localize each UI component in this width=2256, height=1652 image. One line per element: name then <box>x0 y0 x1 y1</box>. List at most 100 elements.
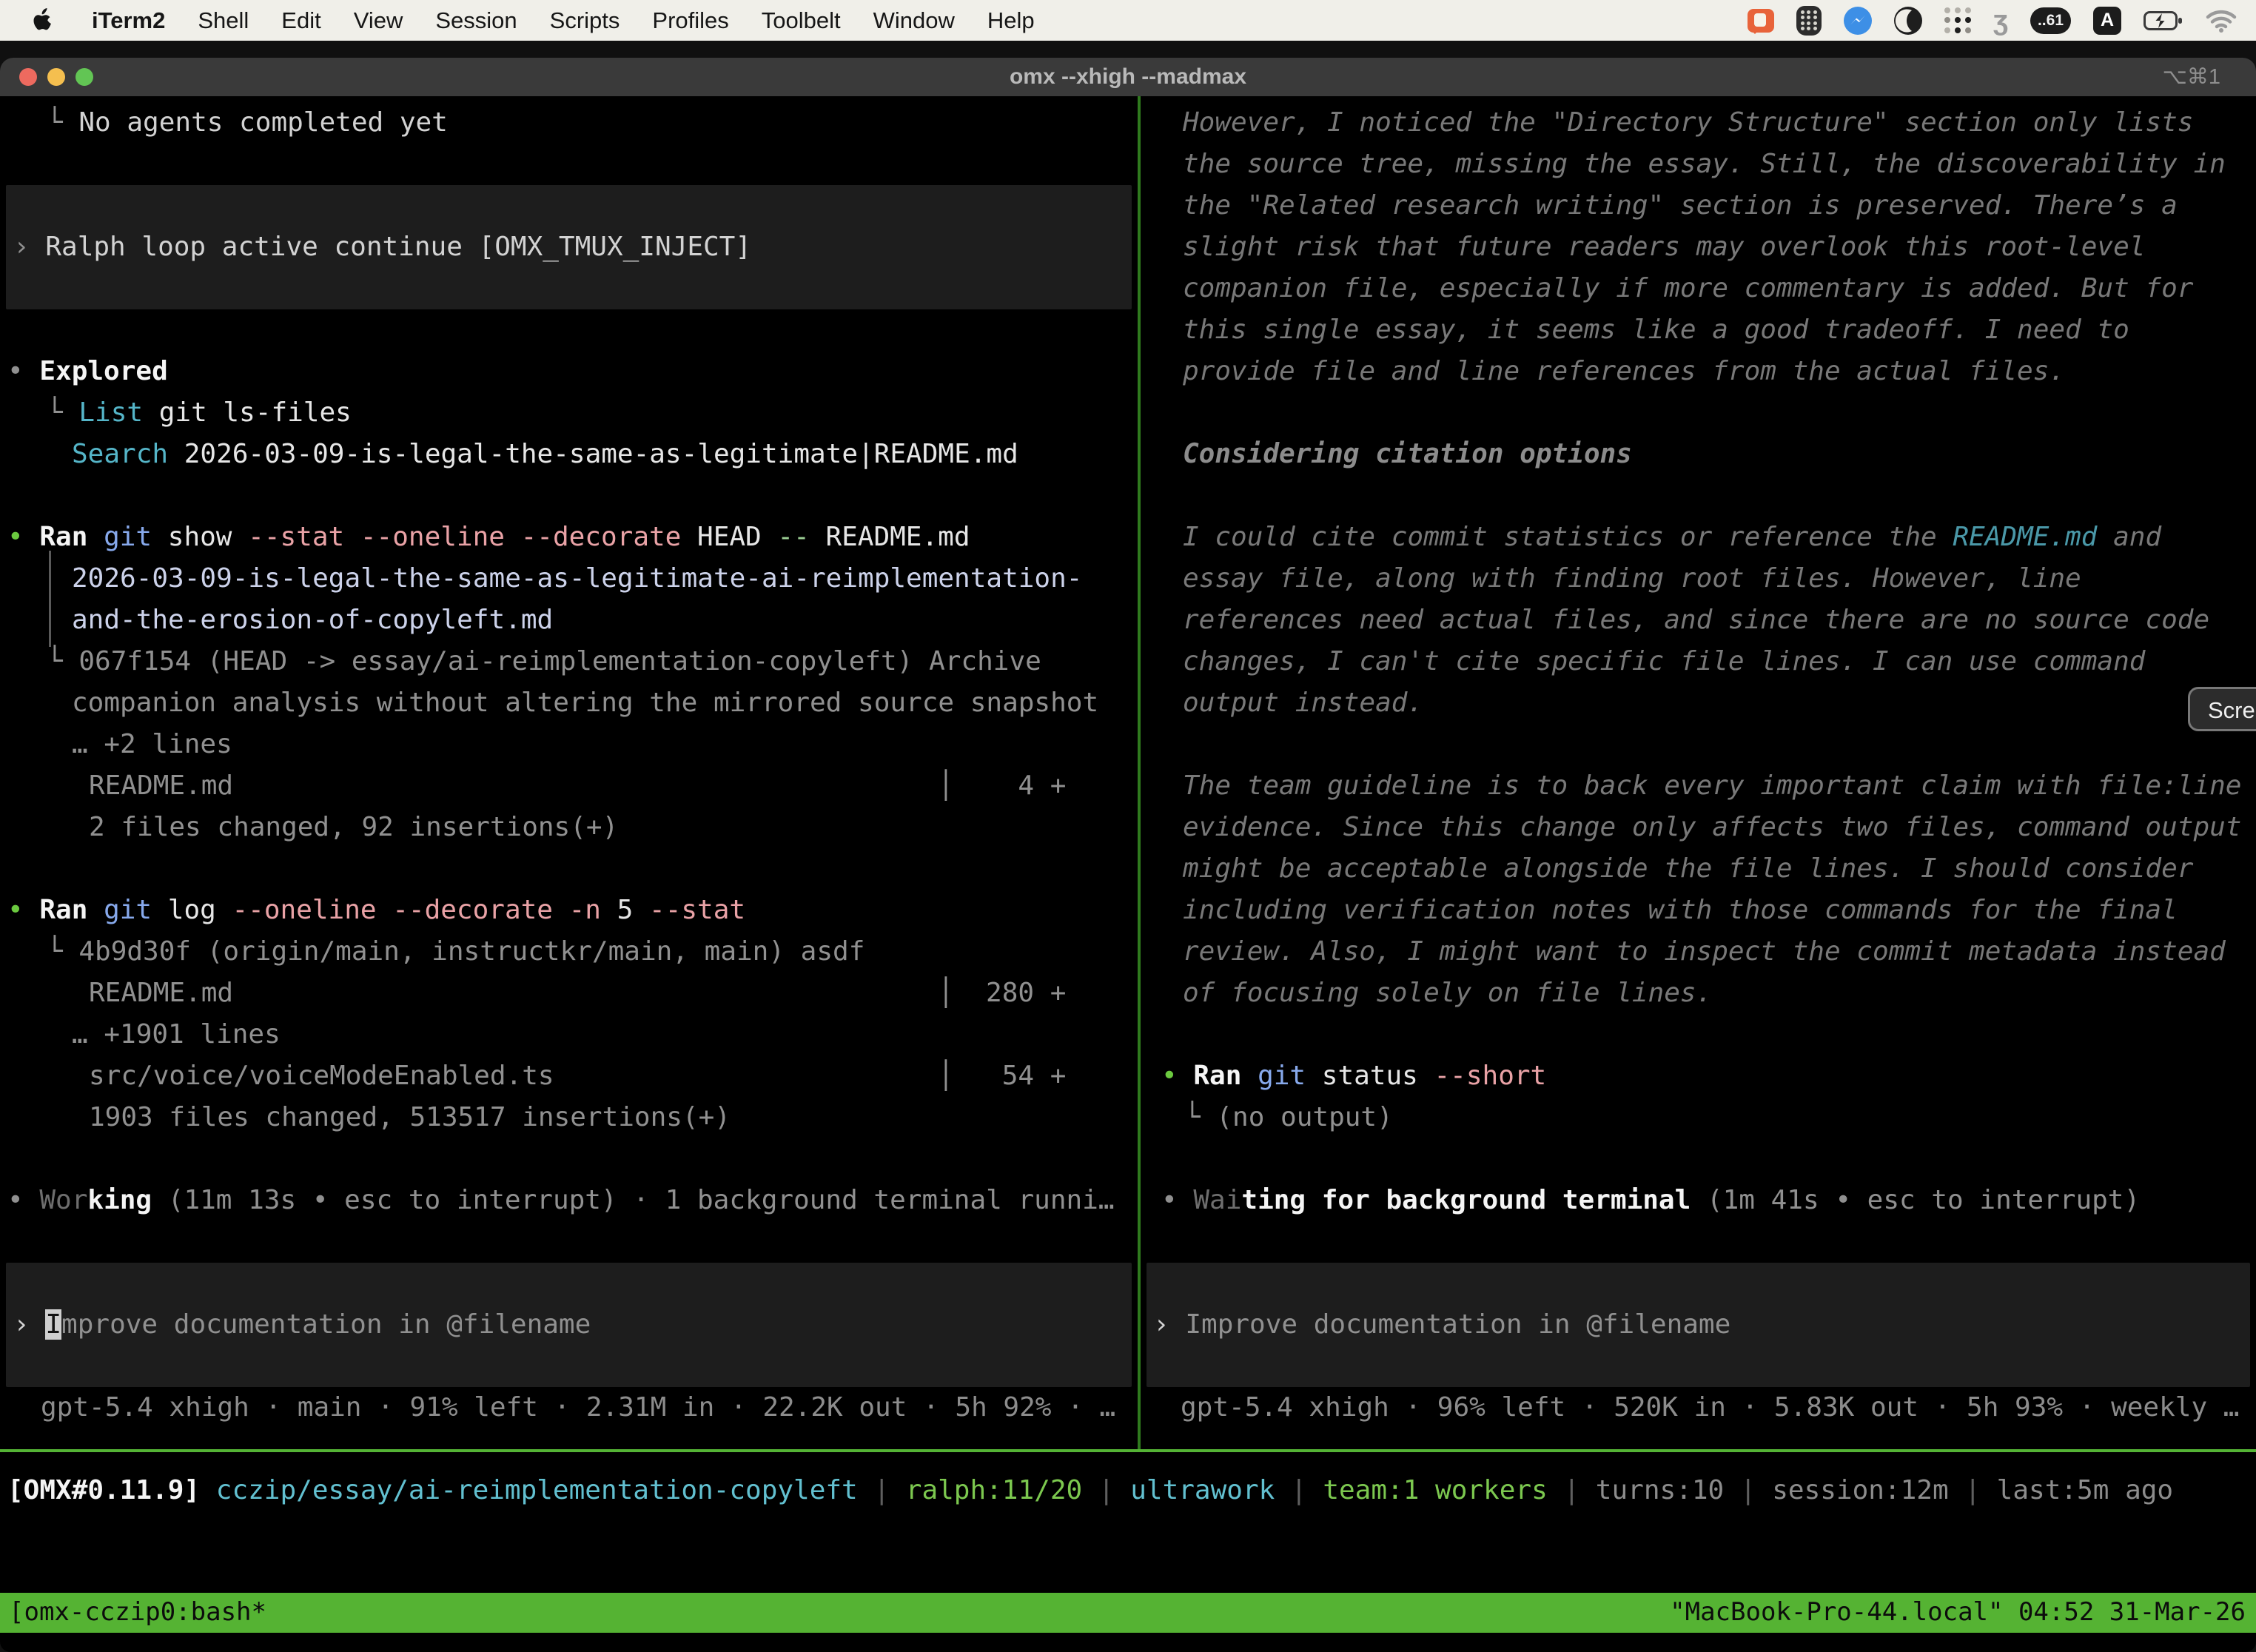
text-segment: show <box>152 522 248 552</box>
text-segment: --stat --oneline --decorate <box>248 522 681 552</box>
text-segment: │ 4 + <box>938 765 1066 807</box>
messenger-bolt-icon[interactable] <box>1844 7 1872 35</box>
terminal-line: 2 files changed, 92 insertions(+) <box>89 807 618 848</box>
text-segment: 4b9d30f (origin/main, instructkr/main, m… <box>78 936 865 967</box>
terminal-line: • Ran git log --oneline --decorate -n 5 … <box>7 890 745 931</box>
text-segment: HEAD <box>681 522 777 552</box>
keypad-shield-icon[interactable] <box>1796 6 1822 36</box>
menu-item-toolbelt[interactable]: Toolbelt <box>745 7 857 34</box>
text-segment: --stat <box>649 895 745 925</box>
text-segment: Search <box>72 439 168 469</box>
text-segment: and-the-erosion-of-copyleft.md <box>72 605 553 635</box>
app-grid-icon[interactable] <box>1944 7 1971 34</box>
text-segment: (no output) <box>1216 1102 1392 1132</box>
terminal-line: the source tree, missing the essay. Stil… <box>1183 144 2226 185</box>
terminal-line: references need actual files, and since … <box>1183 600 2209 641</box>
text-segment: Ralph loop active continue [OMX_TMUX_INJ… <box>45 232 751 262</box>
text-segment: └ <box>47 936 78 967</box>
text-segment: The team guideline is to back every impo… <box>1183 770 2241 801</box>
waiting-status-line: • Waiting for background terminal (1m 41… <box>1161 1180 2140 1221</box>
text-segment: might be acceptable alongside the file l… <box>1183 853 2193 884</box>
menu-bar-status-icons: ʒ ..61 A <box>1748 6 2256 36</box>
text-segment: evidence. Since this change only affects… <box>1183 812 2241 842</box>
text-segment: of focusing solely on file lines. <box>1183 978 1712 1008</box>
text-segment: gpt-5.4 xhigh · main · 91% left · 2.31M … <box>41 1392 1115 1423</box>
terminal-line: README.md│ 4 + <box>89 765 233 807</box>
text-segment: | <box>858 1475 906 1505</box>
iterm2-window: omx --xhigh --madmax ⌥⌘1 └ No agents com… <box>0 58 2256 1652</box>
terminal-line: src/voice/voiceModeEnabled.ts│ 54 + <box>89 1055 554 1097</box>
text-segment: README.md <box>89 978 233 1008</box>
text-segment: │ 280 + <box>938 973 1066 1014</box>
text-segment: gpt-5.4 xhigh · 96% left · 520K in · 5.8… <box>1181 1392 2239 1423</box>
dragon-icon[interactable]: ʒ <box>1993 7 2008 34</box>
text-segment <box>200 1475 216 1505</box>
prompt-input-line: › Improve documentation in @filename <box>13 1304 591 1346</box>
ralph-loop-line: › Ralph loop active continue [OMX_TMUX_I… <box>13 226 751 268</box>
terminal-pane-left[interactable]: └ No agents completed yet › Ralph loop ac… <box>0 96 1138 1449</box>
terminal-line: companion analysis without altering the … <box>72 682 1098 724</box>
input-source-icon[interactable]: A <box>2093 7 2121 35</box>
screen-notification-overlay[interactable]: Scre <box>2188 687 2256 731</box>
text-segment: output instead. <box>1183 688 1423 718</box>
text-segment: turns:10 <box>1596 1475 1724 1505</box>
apple-menu-icon[interactable] <box>30 6 55 36</box>
text-segment: › <box>13 232 45 262</box>
terminal-line: └ 067f154 (HEAD -> essay/ai-reimplementa… <box>47 641 1041 682</box>
menu-item-profiles[interactable]: Profiles <box>636 7 745 34</box>
wifi-icon[interactable] <box>2206 9 2237 33</box>
text-segment: the source tree, missing the essay. Stil… <box>1183 149 2226 179</box>
text-segment: log <box>152 895 232 925</box>
menu-item-window[interactable]: Window <box>857 7 971 34</box>
battery-icon[interactable] <box>2143 10 2183 32</box>
terminal-pane-right[interactable]: However, I noticed the "Directory Struct… <box>1141 96 2256 1449</box>
text-segment: ting for background terminal <box>1241 1185 1691 1215</box>
text-segment: this single essay, it seems like a good … <box>1183 315 2129 345</box>
terminal-line: output instead. <box>1183 682 1423 724</box>
text-segment: Ran <box>39 895 87 925</box>
menu-item-shell[interactable]: Shell <box>181 7 265 34</box>
text-segment: 1903 files changed, 513517 insertions(+) <box>89 1102 731 1132</box>
menu-item-scripts[interactable]: Scripts <box>534 7 637 34</box>
terminal-line: The team guideline is to back every impo… <box>1183 765 2241 807</box>
terminal-line: └ List git ls-files <box>47 392 352 434</box>
text-segment: Wor <box>39 1185 87 1215</box>
terminal-line: └ (no output) <box>1184 1097 1393 1138</box>
text-segment: › <box>13 1309 45 1340</box>
text-segment: No agents completed yet <box>78 107 448 138</box>
tmux-window-tab[interactable]: [omx-cczip0:bash* <box>9 1593 266 1633</box>
text-segment: git <box>1258 1061 1306 1091</box>
text-segment: README.md <box>1953 522 2097 552</box>
text-segment: │ 54 + <box>938 1055 1066 1097</box>
menu-item-app[interactable]: iTerm2 <box>75 7 181 34</box>
menu-item-view[interactable]: View <box>338 7 420 34</box>
moon-crescent-icon[interactable] <box>1894 7 1922 35</box>
menu-item-edit[interactable]: Edit <box>265 7 337 34</box>
terminal-line: However, I noticed the "Directory Struct… <box>1183 102 2193 144</box>
chat-bubble-icon[interactable] <box>1748 9 1774 33</box>
text-segment: --short <box>1434 1061 1547 1091</box>
text-segment: • <box>7 522 39 552</box>
text-segment: • <box>1161 1185 1193 1215</box>
text-segment: 2026-03-09-is-legal-the-same-as-legitima… <box>168 439 1018 469</box>
tmux-pane-border <box>0 1449 2256 1452</box>
text-segment: status <box>1306 1061 1434 1091</box>
text-segment: src/voice/voiceModeEnabled.ts <box>89 1061 554 1091</box>
window-title-bar[interactable]: omx --xhigh --madmax ⌥⌘1 <box>0 58 2256 96</box>
text-segment: the "Related research writing" section i… <box>1183 190 2178 221</box>
text-segment: └ <box>1184 1102 1216 1132</box>
text-segment: Ran <box>39 522 87 552</box>
battery-percent-badge[interactable]: ..61 <box>2030 7 2071 34</box>
text-segment: references need actual files, and since … <box>1183 605 2209 635</box>
text-segment: changes, I can't cite specific file line… <box>1183 646 2145 676</box>
menu-item-help[interactable]: Help <box>971 7 1051 34</box>
text-segment: slight risk that future readers may over… <box>1183 232 2145 262</box>
window-title: omx --xhigh --madmax <box>0 58 2256 96</box>
text-segment: -- <box>777 522 809 552</box>
prompt-input-line: › Improve documentation in @filename <box>1153 1304 1730 1346</box>
text-segment: └ <box>47 646 78 676</box>
text-segment: | <box>1949 1475 1997 1505</box>
menu-item-session[interactable]: Session <box>419 7 533 34</box>
text-segment: git <box>104 895 152 925</box>
screen: { "menubar": { "app": "iTerm2", "items":… <box>0 0 2256 1652</box>
